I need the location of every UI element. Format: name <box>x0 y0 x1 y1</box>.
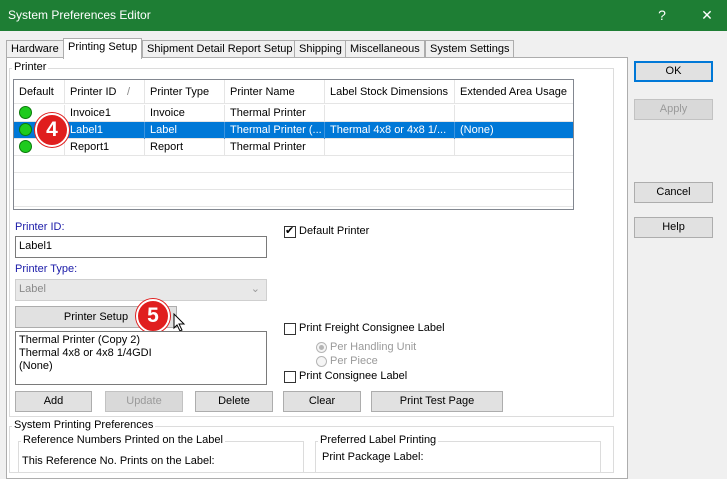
help-button[interactable]: Help <box>634 217 713 238</box>
apply-button[interactable]: Apply <box>634 99 713 120</box>
printer-name-cell: Thermal Printer <box>225 139 325 156</box>
column-header-extended-area[interactable]: Extended Area Usage <box>455 80 573 104</box>
printer-type-cell: Report <box>145 139 225 156</box>
per-handling-unit-radio[interactable] <box>316 342 327 353</box>
clear-button[interactable]: Clear <box>283 391 361 412</box>
column-header-printer-id[interactable]: Printer ID / <box>65 80 145 104</box>
cancel-button[interactable]: Cancel <box>634 182 713 203</box>
printer-id-cell: Label1 <box>65 122 145 139</box>
label-stock-cell <box>325 105 455 122</box>
column-header-printer-name[interactable]: Printer Name <box>225 80 325 104</box>
per-piece-label: Per Piece <box>330 355 378 367</box>
printer-id-cell: Report1 <box>65 139 145 156</box>
printer-type-select[interactable]: Label ⌄ <box>15 279 267 301</box>
title-bar: System Preferences Editor ? ✕ <box>0 0 727 31</box>
print-package-label-text: Print Package Label: <box>322 451 424 463</box>
chevron-down-icon: ⌄ <box>250 283 260 295</box>
printer-type-value: Label <box>19 283 46 295</box>
help-icon[interactable]: ? <box>645 0 679 31</box>
printer-group-label: Printer <box>12 61 49 73</box>
sort-icon: / <box>127 86 131 98</box>
per-handling-unit-label: Per Handling Unit <box>330 341 417 353</box>
tab-shipping[interactable]: Shipping <box>294 40 347 58</box>
printer-info-line: (None) <box>19 360 53 372</box>
default-printer-label: Default Printer <box>299 225 370 237</box>
table-row-selected[interactable]: Label1 Label Thermal Printer (... Therma… <box>14 122 573 139</box>
printer-type-label: Printer Type: <box>15 263 78 275</box>
consignee-label-text: Print Consignee Label <box>299 370 408 382</box>
column-header-printer-type[interactable]: Printer Type <box>145 80 225 104</box>
column-header-printer-id-label: Printer ID <box>70 86 117 98</box>
table-row[interactable]: Report1 Report Thermal Printer <box>14 139 573 156</box>
column-header-label-stock[interactable]: Label Stock Dimensions <box>325 80 455 104</box>
mouse-cursor-icon <box>173 313 186 332</box>
system-printing-label: System Printing Preferences <box>12 419 156 431</box>
printer-id-cell: Invoice1 <box>65 105 145 122</box>
step-4-badge: 4 <box>35 113 69 147</box>
tab-miscellaneous[interactable]: Miscellaneous <box>345 40 425 58</box>
printer-id-input[interactable]: Label1 <box>15 236 267 258</box>
freight-consignee-label: Print Freight Consignee Label <box>299 322 445 334</box>
printer-type-cell: Label <box>145 122 225 139</box>
tab-hardware[interactable]: Hardware <box>6 40 64 58</box>
printer-type-cell: Invoice <box>145 105 225 122</box>
printer-grid[interactable]: Default Printer ID / Printer Type Printe… <box>13 79 574 210</box>
consignee-label-checkbox[interactable] <box>284 371 296 383</box>
printer-info-line: Thermal 4x8 or 4x8 1/4GDI <box>19 347 152 359</box>
tab-printing-setup[interactable]: Printing Setup <box>63 38 143 59</box>
status-dot-icon <box>19 140 32 153</box>
close-icon[interactable]: ✕ <box>690 0 724 31</box>
step-5-badge: 5 <box>136 299 170 333</box>
reference-numbers-text: This Reference No. Prints on the Label: <box>22 455 215 467</box>
status-dot-icon <box>19 106 32 119</box>
printer-name-cell: Thermal Printer (... <box>225 122 325 139</box>
per-piece-radio[interactable] <box>316 356 327 367</box>
table-row-empty <box>14 173 573 190</box>
extended-area-cell <box>455 139 573 156</box>
tab-system-settings[interactable]: System Settings <box>425 40 515 58</box>
label-stock-cell: Thermal 4x8 or 4x8 1/... <box>325 122 455 139</box>
table-row-empty <box>14 156 573 173</box>
printer-info-line: Thermal Printer (Copy 2) <box>19 334 141 346</box>
preferred-label-printing-label: Preferred Label Printing <box>318 434 439 446</box>
printer-name-cell: Thermal Printer <box>225 105 325 122</box>
add-button[interactable]: Add <box>15 391 92 412</box>
table-row-empty <box>14 190 573 207</box>
column-header-default[interactable]: Default <box>14 80 65 104</box>
delete-button[interactable]: Delete <box>195 391 273 412</box>
print-test-page-button[interactable]: Print Test Page <box>371 391 503 412</box>
table-row[interactable]: Invoice1 Invoice Thermal Printer <box>14 105 573 122</box>
extended-area-cell: (None) <box>455 122 573 139</box>
label-stock-cell <box>325 139 455 156</box>
printer-info-box: Thermal Printer (Copy 2) Thermal 4x8 or … <box>15 331 267 385</box>
default-printer-checkbox[interactable]: ✔ <box>284 225 296 238</box>
reference-numbers-label: Reference Numbers Printed on the Label <box>21 434 225 446</box>
status-dot-icon <box>19 123 32 136</box>
freight-consignee-checkbox[interactable] <box>284 323 296 335</box>
tab-shipment-detail-report-setup[interactable]: Shipment Detail Report Setup <box>142 40 298 58</box>
check-icon: ✔ <box>285 225 295 237</box>
extended-area-cell <box>455 105 573 122</box>
window-title: System Preferences Editor <box>8 8 151 22</box>
printer-id-label: Printer ID: <box>15 221 65 233</box>
update-button[interactable]: Update <box>105 391 183 412</box>
ok-button[interactable]: OK <box>634 61 713 82</box>
